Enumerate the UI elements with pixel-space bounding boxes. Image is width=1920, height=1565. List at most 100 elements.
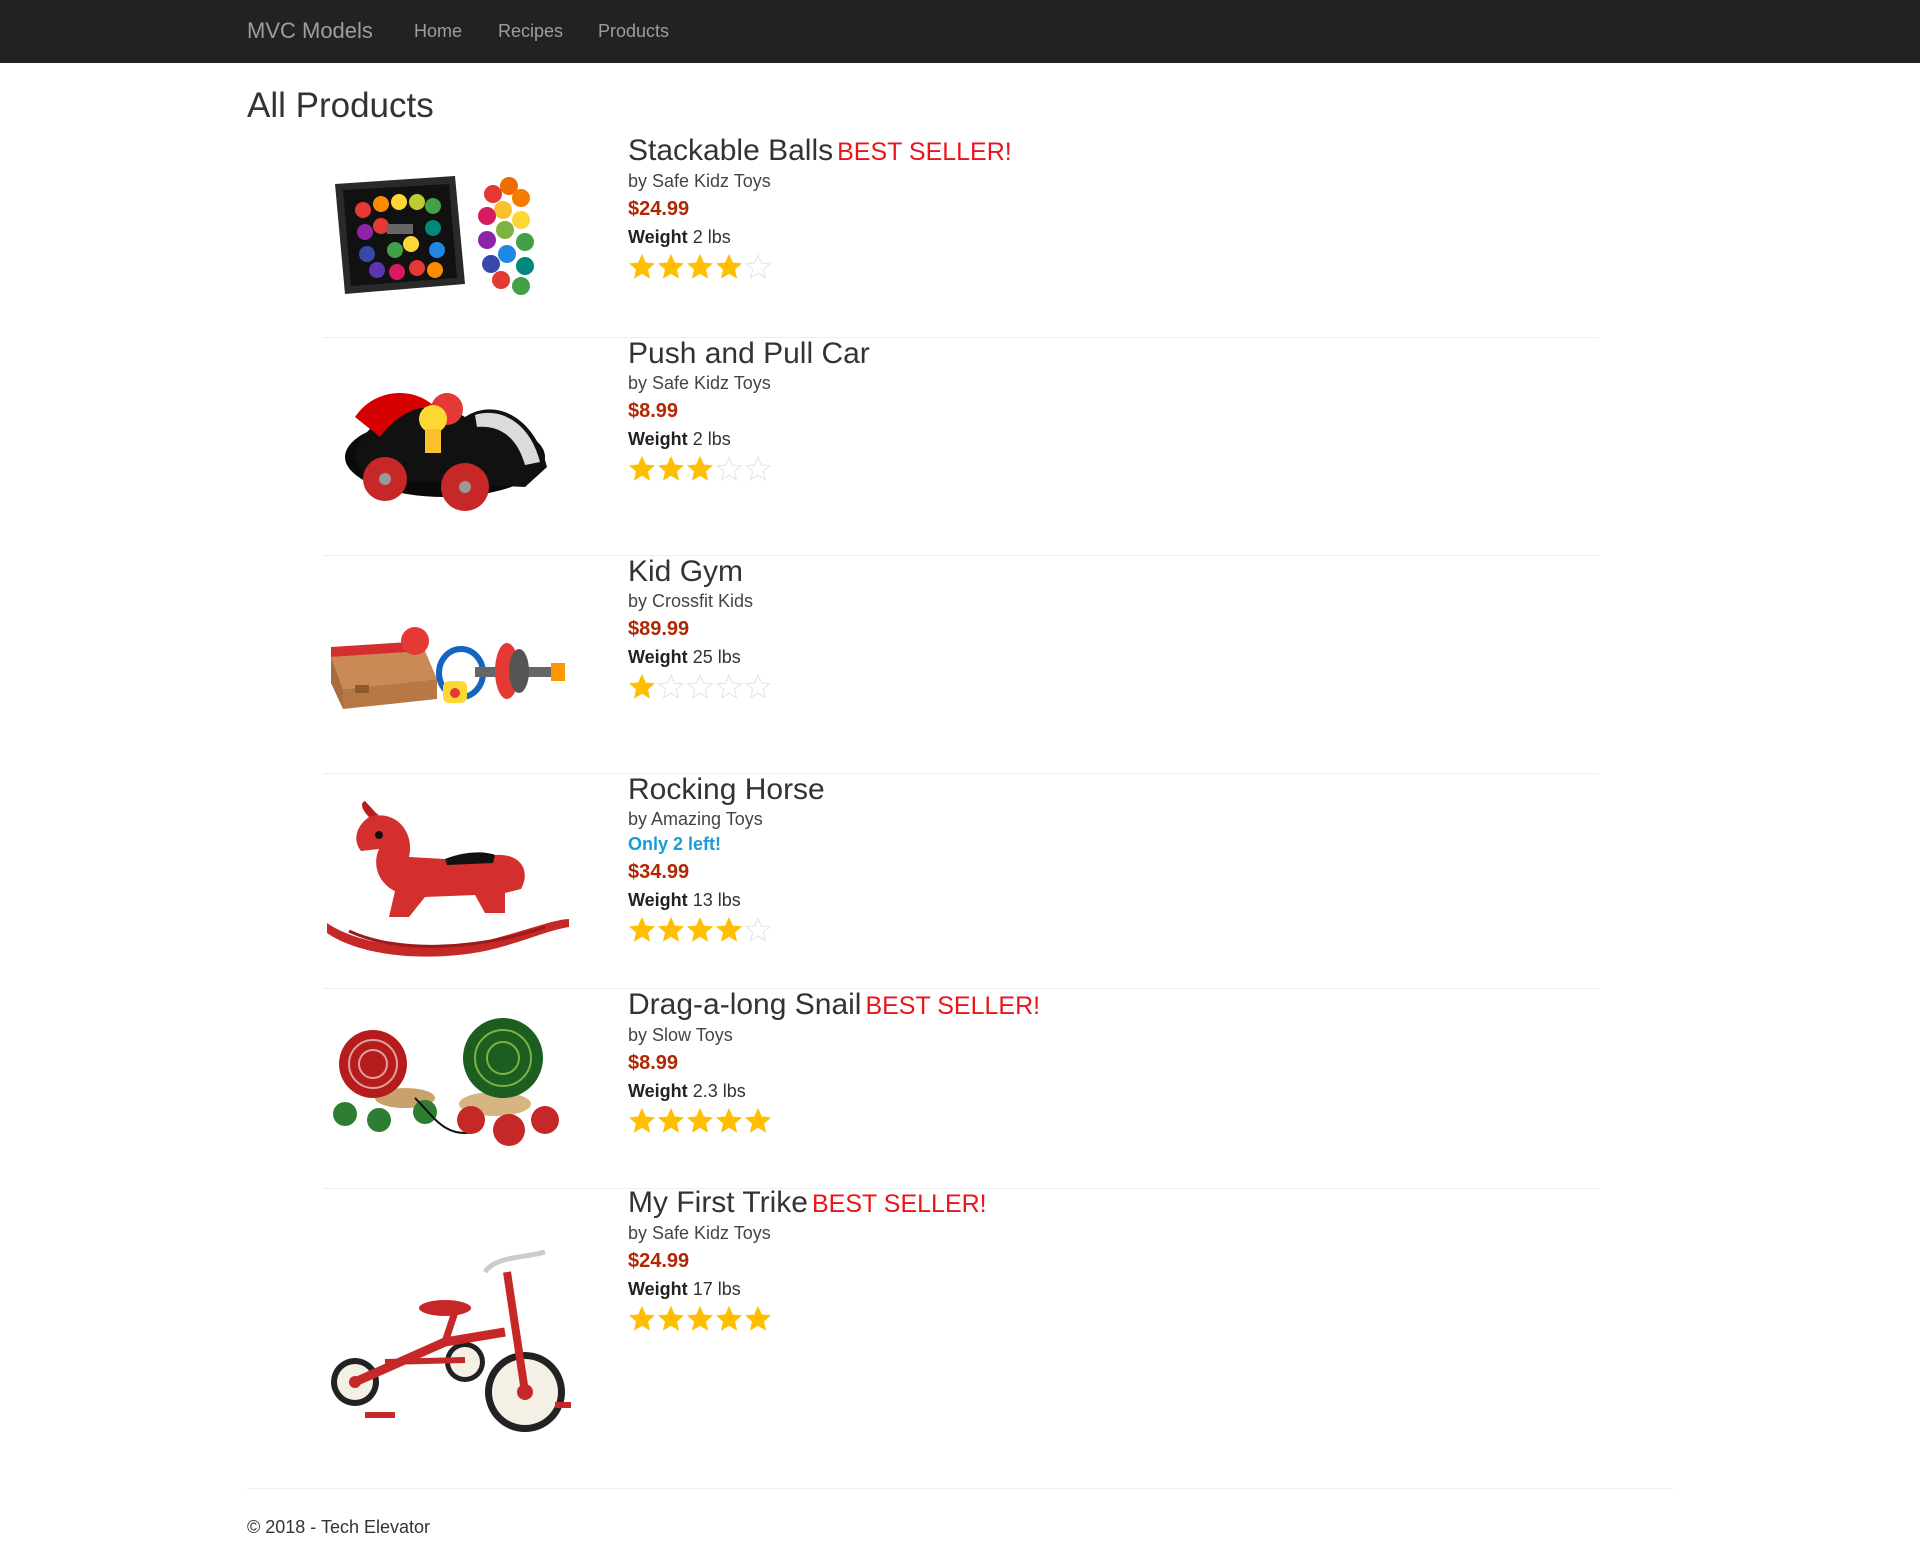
star-filled-icon <box>657 455 685 483</box>
star-empty-icon <box>657 673 685 701</box>
weight-value: 2 lbs <box>692 227 731 247</box>
weight-value: 2 lbs <box>692 429 731 449</box>
weight-label: Weight <box>628 227 688 247</box>
star-empty-icon <box>744 455 772 483</box>
star-filled-icon <box>686 916 714 944</box>
product-weight: Weight 2 lbs <box>628 429 870 450</box>
star-filled-icon <box>628 1305 656 1333</box>
product-name-line: Stackable Balls BEST SELLER! <box>628 134 1012 169</box>
star-filled-icon <box>686 455 714 483</box>
product-price: $8.99 <box>628 1052 679 1074</box>
stackable-balls-image[interactable] <box>325 154 571 314</box>
product-price: $8.99 <box>628 400 679 422</box>
rocking-horse-image[interactable] <box>325 801 571 961</box>
product-maker: by Slow Toys <box>628 1025 733 1045</box>
star-filled-icon <box>715 1107 743 1135</box>
product-name-line: Drag-a-long Snail BEST SELLER! <box>628 988 1040 1023</box>
star-rating <box>628 1107 1040 1135</box>
product-name-line: Kid Gym <box>628 555 772 589</box>
product-weight: Weight 13 lbs <box>628 890 825 911</box>
weight-value: 17 lbs <box>692 1279 741 1299</box>
product-price: $24.99 <box>628 1250 690 1272</box>
product-price: $89.99 <box>628 618 690 640</box>
star-filled-icon <box>628 253 656 281</box>
product-weight: Weight 17 lbs <box>628 1279 987 1300</box>
product-name-line: Rocking Horse <box>628 773 825 807</box>
star-filled-icon <box>715 916 743 944</box>
product-weight: Weight 2 lbs <box>628 227 1012 248</box>
star-filled-icon <box>686 253 714 281</box>
product-maker: by Crossfit Kids <box>628 591 754 611</box>
star-empty-icon <box>744 673 772 701</box>
star-rating <box>628 916 825 944</box>
low-stock-notice: Only 2 left! <box>628 834 722 854</box>
snail-toy-image[interactable] <box>325 1008 571 1163</box>
star-filled-icon <box>744 1107 772 1135</box>
product-name[interactable]: Push and Pull Car <box>628 337 870 370</box>
product-name[interactable]: My First Trike <box>628 1186 808 1219</box>
best-seller-badge: BEST SELLER! <box>837 138 1012 166</box>
weight-label: Weight <box>628 890 688 910</box>
weight-value: 13 lbs <box>692 890 741 910</box>
product-maker: by Amazing Toys <box>628 809 763 829</box>
nav-link-products[interactable]: Products <box>598 21 669 42</box>
star-filled-icon <box>686 1107 714 1135</box>
product-maker: by Safe Kidz Toys <box>628 171 771 191</box>
star-rating <box>628 673 772 701</box>
star-filled-icon <box>657 253 685 281</box>
star-filled-icon <box>628 673 656 701</box>
toy-car-image[interactable] <box>325 367 571 517</box>
star-filled-icon <box>628 916 656 944</box>
product-weight: Weight 2.3 lbs <box>628 1081 1040 1102</box>
weight-value: 2.3 lbs <box>692 1081 746 1101</box>
star-filled-icon <box>715 1305 743 1333</box>
product-row: Kid Gym by Crossfit Kids $89.99 Weight 2… <box>323 555 1598 774</box>
product-row: Drag-a-long Snail BEST SELLER! by Slow To… <box>323 988 1598 1189</box>
product-row: Push and Pull Car by Safe Kidz Toys $8.9… <box>323 337 1598 556</box>
product-name[interactable]: Stackable Balls <box>628 134 833 167</box>
nav-link-home[interactable]: Home <box>414 21 462 42</box>
navbar: MVC Models Home Recipes Products <box>0 0 1920 63</box>
star-filled-icon <box>628 455 656 483</box>
star-filled-icon <box>657 916 685 944</box>
star-empty-icon <box>715 455 743 483</box>
star-empty-icon <box>744 916 772 944</box>
star-rating <box>628 455 870 483</box>
weight-label: Weight <box>628 429 688 449</box>
best-seller-badge: BEST SELLER! <box>812 1190 987 1218</box>
product-row: Stackable Balls BEST SELLER! by Safe Kidz… <box>323 134 1598 338</box>
product-name[interactable]: Kid Gym <box>628 555 743 588</box>
star-filled-icon <box>657 1305 685 1333</box>
star-empty-icon <box>744 253 772 281</box>
product-maker: by Safe Kidz Toys <box>628 1223 771 1243</box>
brand-link[interactable]: MVC Models <box>247 18 373 44</box>
weight-label: Weight <box>628 1279 688 1299</box>
star-filled-icon <box>715 253 743 281</box>
star-filled-icon <box>744 1305 772 1333</box>
product-price: $24.99 <box>628 198 690 220</box>
weight-value: 25 lbs <box>692 647 741 667</box>
product-maker: by Safe Kidz Toys <box>628 373 771 393</box>
nav-link-recipes[interactable]: Recipes <box>498 21 563 42</box>
kid-gym-image[interactable] <box>325 605 571 725</box>
footer-copyright: © 2018 - Tech Elevator <box>247 1517 431 1537</box>
product-name-line: My First Trike BEST SELLER! <box>628 1186 987 1221</box>
product-name[interactable]: Rocking Horse <box>628 773 825 806</box>
product-name[interactable]: Drag-a-long Snail <box>628 988 861 1021</box>
product-row: Rocking Horse by Amazing Toys Only 2 lef… <box>323 773 1598 989</box>
product-price: $34.99 <box>628 861 690 883</box>
product-weight: Weight 25 lbs <box>628 647 772 668</box>
star-rating <box>628 1305 987 1333</box>
star-empty-icon <box>686 673 714 701</box>
best-seller-badge: BEST SELLER! <box>865 992 1041 1020</box>
product-name-line: Push and Pull Car <box>628 337 870 371</box>
product-row: My First Trike BEST SELLER! by Safe Kidz … <box>323 1186 1598 1446</box>
weight-label: Weight <box>628 1081 688 1101</box>
star-rating <box>628 253 1012 281</box>
tricycle-image[interactable] <box>325 1242 571 1442</box>
star-filled-icon <box>657 1107 685 1135</box>
weight-label: Weight <box>628 647 688 667</box>
star-filled-icon <box>628 1107 656 1135</box>
page-title: All Products <box>247 86 434 125</box>
star-empty-icon <box>715 673 743 701</box>
